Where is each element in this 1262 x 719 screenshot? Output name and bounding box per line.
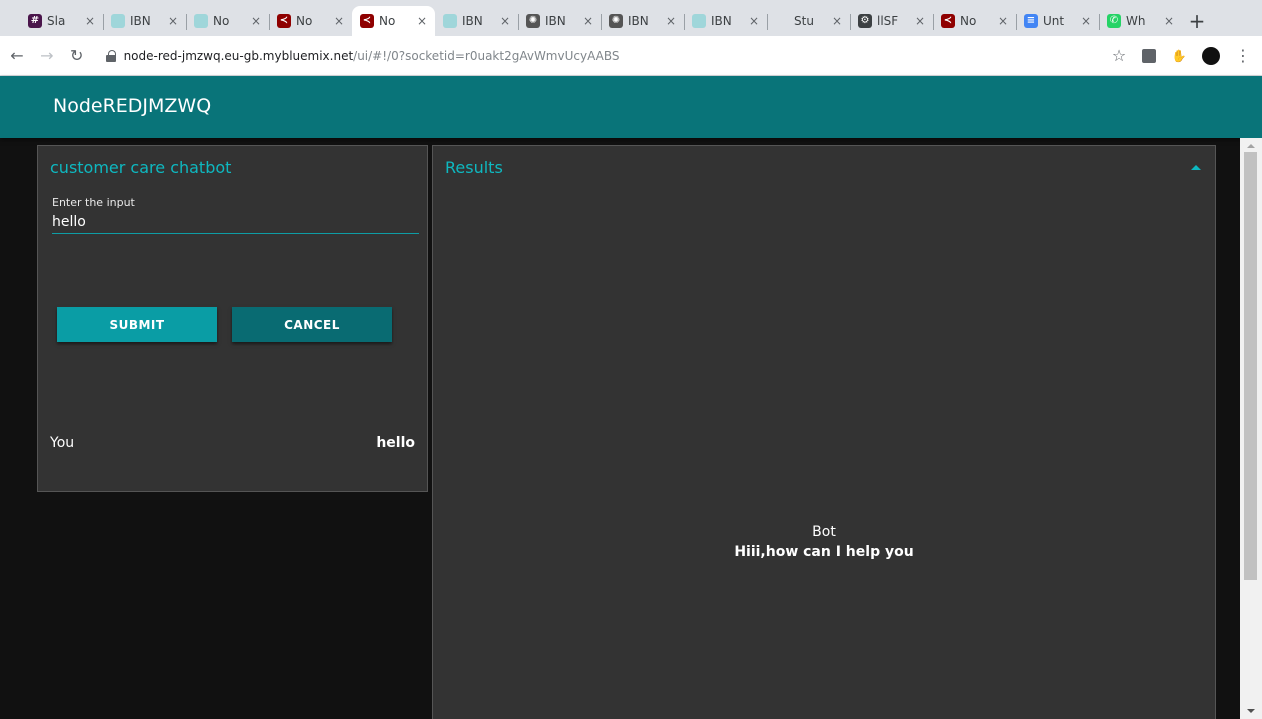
tab-close-icon[interactable]: × (747, 14, 761, 28)
tab-close-icon[interactable]: × (415, 14, 429, 28)
toolbar-actions: ☆ ✋ ⋮ (1110, 46, 1262, 65)
tab-title: No (296, 14, 313, 28)
browser-tab[interactable]: No × (186, 6, 269, 36)
menu-kebab-icon[interactable]: ⋮ (1234, 46, 1252, 65)
dashboard-app-bar: NodeREDJMZWQ (0, 76, 1262, 138)
node-red-icon: ≺ (941, 14, 955, 28)
tab-close-icon[interactable]: × (498, 14, 512, 28)
url-path: /ui/#!/0?socketid=r0uakt2gAvWmvUcyAABS (353, 48, 620, 63)
browser-tab[interactable]: ≺ No × (352, 6, 435, 36)
tab-close-icon[interactable]: × (830, 14, 844, 28)
results-card-title: Results (445, 158, 503, 177)
node-red-icon: ≺ (277, 14, 291, 28)
gear-box-icon: ⚙ (858, 14, 872, 28)
tab-title: Stu (794, 14, 814, 28)
tab-close-icon[interactable]: × (83, 14, 97, 28)
bot-label: Bot (812, 524, 836, 540)
collapse-caret-icon[interactable] (1191, 165, 1201, 170)
browser-tab[interactable]: IBN × (103, 6, 186, 36)
watson-icon: ✺ (609, 14, 623, 28)
bot-message: Hiii,how can I help you (734, 544, 914, 560)
browser-tab-strip: # Sla × IBN × No × ≺ No × ≺ No × IBN × ✺ IBN × ✺ IBN × IBN × St… (0, 0, 1262, 36)
ibm-cloud-icon (194, 14, 208, 28)
tab-title: IBN (711, 14, 732, 28)
cancel-button[interactable]: CANCEL (232, 307, 392, 342)
scrollbar-thumb[interactable] (1244, 152, 1257, 580)
new-tab-button[interactable]: + (1182, 6, 1212, 36)
chatbot-card-title: customer care chatbot (50, 158, 232, 177)
ibm-cloud-icon (111, 14, 125, 28)
tab-close-icon[interactable]: × (996, 14, 1010, 28)
tab-title: llSF (877, 14, 899, 28)
whatsapp-icon: ✆ (1107, 14, 1121, 28)
node-red-icon: ≺ (360, 14, 374, 28)
tab-title: IBN (130, 14, 151, 28)
extension-icon[interactable] (1142, 48, 1156, 63)
page-scrollbar[interactable] (1240, 138, 1262, 719)
browser-tab[interactable]: Stu × (767, 6, 850, 36)
results-card: Results Bot Hiii,how can I help you (432, 145, 1216, 719)
tab-close-icon[interactable]: × (664, 14, 678, 28)
blank-page-icon (775, 14, 789, 28)
bookmark-star-icon[interactable]: ☆ (1110, 46, 1128, 65)
tab-close-icon[interactable]: × (166, 14, 180, 28)
ibm-cloud-icon (692, 14, 706, 28)
dashboard-title: NodeREDJMZWQ (53, 95, 212, 117)
tab-title: IBN (462, 14, 483, 28)
forward-arrow-icon[interactable]: → (34, 43, 60, 69)
tab-close-icon[interactable]: × (1079, 14, 1093, 28)
profile-avatar-icon[interactable] (1202, 46, 1220, 65)
tab-title: Unt (1043, 14, 1065, 28)
browser-tab[interactable]: IBN × (684, 6, 767, 36)
browser-tab[interactable]: IBN × (435, 6, 518, 36)
tab-close-icon[interactable]: × (581, 14, 595, 28)
lock-icon (105, 49, 116, 62)
scroll-up-arrow-icon[interactable] (1247, 144, 1255, 148)
tab-title: No (960, 14, 977, 28)
tab-title: IBN (545, 14, 566, 28)
tab-list: # Sla × IBN × No × ≺ No × ≺ No × IBN × ✺ IBN × ✺ IBN × IBN × St… (20, 6, 1182, 36)
address-bar[interactable]: node-red-jmzwq.eu-gb.mybluemix.net/ui/#!… (96, 41, 1110, 71)
tab-title: Sla (47, 14, 66, 28)
you-message-value: hello (376, 435, 415, 451)
url-host: node-red-jmzwq.eu-gb.mybluemix.net (123, 48, 354, 63)
browser-tab[interactable]: ≺ No × (933, 6, 1016, 36)
tab-close-icon[interactable]: × (1162, 14, 1176, 28)
reload-icon[interactable]: ↻ (64, 43, 90, 69)
tab-title: IBN (628, 14, 649, 28)
tab-title: Wh (1126, 14, 1146, 28)
tab-close-icon[interactable]: × (332, 14, 346, 28)
tab-close-icon[interactable]: × (913, 14, 927, 28)
browser-tab[interactable]: ⚙ llSF × (850, 6, 933, 36)
tab-close-icon[interactable]: × (249, 14, 263, 28)
input-label: Enter the input (52, 196, 135, 209)
extension-hand-icon[interactable]: ✋ (1170, 49, 1188, 63)
scroll-down-arrow-icon[interactable] (1247, 709, 1255, 713)
browser-toolbar: ← → ↻ node-red-jmzwq.eu-gb.mybluemix.net… (0, 36, 1262, 76)
browser-tab[interactable]: ✺ IBN × (601, 6, 684, 36)
watson-icon: ✺ (526, 14, 540, 28)
you-label: You (50, 435, 75, 451)
google-docs-icon: ≡ (1024, 14, 1038, 28)
back-arrow-icon[interactable]: ← (4, 43, 30, 69)
browser-tab[interactable]: ✆ Wh × (1099, 6, 1182, 36)
browser-tab[interactable]: # Sla × (20, 6, 103, 36)
slack-icon: # (28, 14, 42, 28)
chat-input-field[interactable] (52, 211, 419, 234)
ibm-cloud-icon (443, 14, 457, 28)
tab-title: No (379, 14, 396, 28)
chatbot-card: customer care chatbot Enter the input SU… (37, 145, 428, 492)
browser-tab[interactable]: ✺ IBN × (518, 6, 601, 36)
tab-title: No (213, 14, 230, 28)
browser-tab[interactable]: ≡ Unt × (1016, 6, 1099, 36)
submit-button[interactable]: SUBMIT (57, 307, 217, 342)
browser-tab[interactable]: ≺ No × (269, 6, 352, 36)
